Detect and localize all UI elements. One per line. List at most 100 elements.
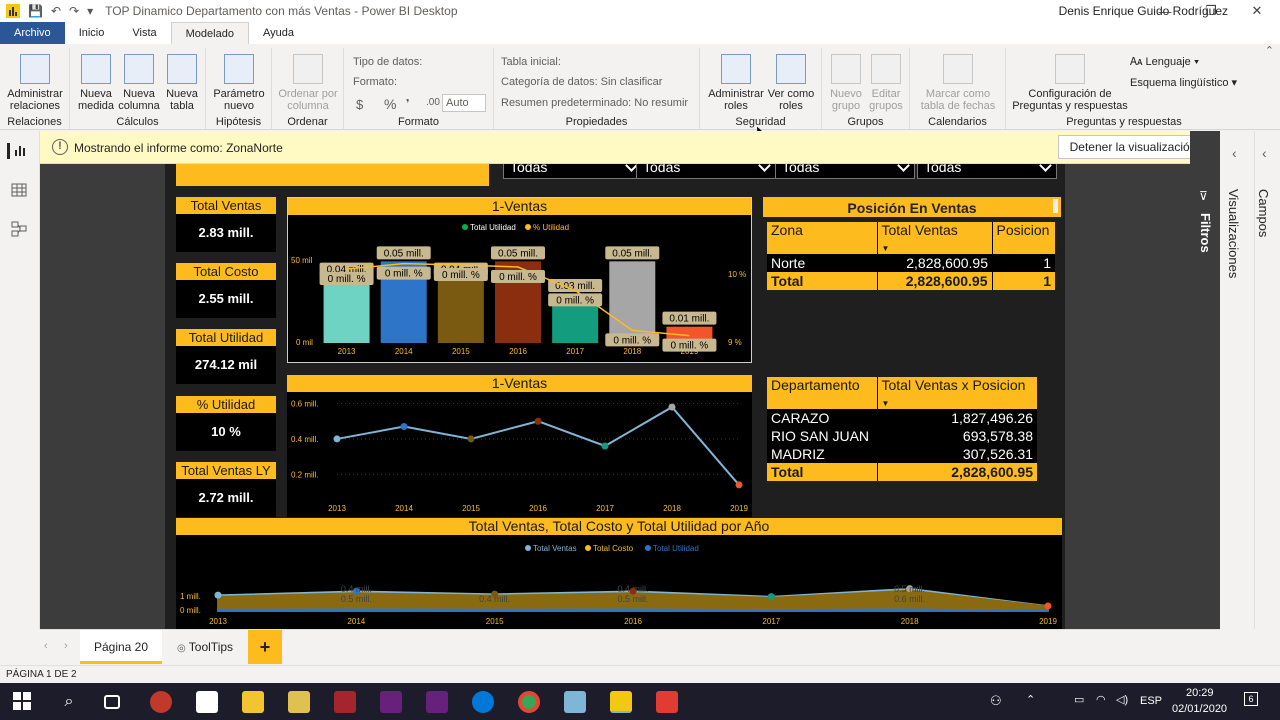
new-parameter-button[interactable]: Parámetro nuevo — [210, 54, 268, 112]
kpi-value[interactable]: 274.12 mil — [176, 346, 276, 384]
manage-relationships-button[interactable]: Administrar relaciones — [4, 54, 66, 112]
collapse-ribbon-icon[interactable]: ⌃ — [1265, 44, 1274, 57]
close-button[interactable]: ✕ — [1234, 0, 1280, 22]
area-chart-totals[interactable]: Total Ventas, Total Costo y Total Utilid… — [176, 518, 1062, 629]
tools-app-icon[interactable] — [288, 691, 310, 713]
column-header[interactable]: Total Ventas x Posicion ▼ — [876, 377, 1037, 409]
tray-overflow-icon[interactable]: ⌃ — [1026, 693, 1035, 706]
search-icon[interactable]: ⌕ — [58, 691, 80, 713]
tab-modelado[interactable]: Modelado — [170, 22, 249, 44]
collapse-visualizations-icon[interactable]: ‹ — [1232, 145, 1237, 161]
visual-studio-icon[interactable] — [380, 691, 402, 713]
data-category-label[interactable]: Categoría de datos: Sin clasificar — [501, 76, 662, 88]
notes-app-icon[interactable] — [564, 691, 586, 713]
restore-button[interactable]: ❐ — [1188, 0, 1234, 22]
access-app-icon[interactable] — [334, 691, 356, 713]
edit-groups-button[interactable]: Editar grupos — [866, 54, 906, 112]
currency-button[interactable]: $ — [356, 97, 363, 112]
status-bar: PÁGINA 1 DE 2 — [0, 665, 1280, 683]
camtasia-app-icon[interactable] — [656, 691, 678, 713]
mark-as-date-table-button[interactable]: Marcar como tabla de fechas — [914, 54, 1002, 112]
add-page-button[interactable]: + — [248, 630, 282, 664]
kpi-value[interactable]: 2.55 mill. — [176, 280, 276, 318]
kpi-value[interactable]: 2.72 mill. — [176, 479, 276, 517]
snipping-app-icon[interactable] — [150, 691, 172, 713]
column-header[interactable]: Zona — [767, 222, 877, 254]
volume-icon[interactable]: ◁) — [1116, 693, 1128, 706]
network-icon[interactable]: ▭ — [1074, 693, 1084, 706]
thousands-separator-button[interactable]: ❜ — [406, 97, 410, 110]
page-tab-tooltips[interactable]: ◎ ToolTips — [164, 630, 246, 664]
percent-button[interactable]: % — [384, 96, 396, 112]
task-view-icon[interactable] — [104, 695, 120, 709]
mail-app-icon[interactable] — [196, 691, 218, 713]
undo-icon[interactable]: ↶ — [51, 4, 61, 18]
combo-chart-ventas[interactable]: 1-Ventas Total Utilidad % Utilidad 50 mil 0… — [287, 197, 752, 363]
new-column-button[interactable]: Nueva columna — [118, 54, 160, 112]
powerbi-taskbar-icon[interactable] — [610, 691, 632, 713]
decimal-places-input[interactable]: Auto — [442, 94, 486, 112]
chrome-browser-icon[interactable] — [518, 691, 540, 713]
redo-icon[interactable]: ↷ — [69, 4, 79, 18]
linguistic-schema-dropdown[interactable]: Esquema lingüístico ▾ — [1130, 76, 1237, 89]
tab-inicio[interactable]: Inicio — [65, 22, 119, 44]
powerbi-logo-icon — [6, 4, 20, 18]
table-row[interactable]: RIO SAN JUAN 693,578.38 — [767, 427, 1037, 445]
language-indicator[interactable]: ESP — [1140, 695, 1162, 707]
notifications-icon[interactable]: 6 — [1244, 692, 1258, 706]
wifi-icon[interactable]: ◠ — [1096, 693, 1106, 706]
data-type-label[interactable]: Tipo de datos: — [353, 56, 422, 68]
table-row[interactable]: MADRIZ 307,526.31 — [767, 445, 1037, 463]
title-bar: 💾 ↶ ↷ ▾ TOP Dinamico Departamento con má… — [0, 0, 1280, 22]
manage-roles-button[interactable]: Administrar roles — [706, 54, 766, 112]
minimize-button[interactable]: — — [1142, 0, 1188, 22]
stop-viewing-button[interactable]: Detener la visualización — [1058, 135, 1208, 159]
collapse-fields-icon[interactable]: ‹ — [1262, 145, 1267, 161]
decimals-button[interactable]: .00 — [426, 97, 440, 108]
home-table-label[interactable]: Tabla inicial: — [501, 56, 561, 68]
model-view-icon[interactable] — [11, 221, 29, 237]
tab-vista[interactable]: Vista — [118, 22, 170, 44]
position-table[interactable]: Zona Total Ventas ▼ Posicion Norte 2,828,… — [767, 222, 1057, 290]
default-summarization-label[interactable]: Resumen predeterminado: No resumir — [501, 97, 688, 109]
fields-label[interactable]: Campos — [1256, 189, 1271, 237]
format-label[interactable]: Formato: — [353, 76, 397, 88]
new-measure-button[interactable]: Nueva medida — [76, 54, 116, 112]
department-table[interactable]: Departamento Total Ventas x Posicion ▼ CA… — [767, 377, 1037, 481]
new-group-button[interactable]: Nuevo grupo — [826, 54, 866, 112]
new-table-button[interactable]: Nueva tabla — [162, 54, 202, 112]
save-icon[interactable]: 💾 — [28, 4, 43, 18]
page-tab-active[interactable]: Página 20 — [80, 630, 162, 664]
view-switcher — [0, 131, 40, 629]
table-row[interactable]: CARAZO 1,827,496.26 — [767, 409, 1037, 427]
prev-page-icon[interactable]: ‹ — [44, 640, 48, 652]
customize-toolbar-icon[interactable]: ▾ — [87, 4, 93, 18]
visual-studio-2-icon[interactable] — [426, 691, 448, 713]
next-page-icon[interactable]: › — [64, 640, 68, 652]
report-view-icon[interactable] — [7, 143, 29, 159]
clock-date[interactable]: 02/01/2020 — [1172, 703, 1227, 715]
kpi-value[interactable]: 10 % — [176, 413, 276, 451]
visualizations-label[interactable]: Visualizaciones — [1226, 189, 1241, 278]
table-row[interactable]: Norte 2,828,600.95 1 — [767, 254, 1055, 272]
qna-setup-button[interactable]: Configuración de Preguntas y respuestas — [1010, 54, 1130, 112]
line-chart-ventas[interactable]: 1-Ventas 0.6 mill. 0.4 mill. 0.2 mill. 2013… — [287, 375, 752, 517]
clock-time[interactable]: 20:29 — [1186, 687, 1214, 699]
kpi-value[interactable]: 2.83 mill. — [176, 214, 276, 252]
edge-browser-icon[interactable] — [472, 691, 494, 713]
table-scrollbar[interactable] — [1053, 199, 1058, 213]
sort-by-column-button[interactable]: Ordenar por columna — [276, 54, 340, 112]
column-header[interactable]: Posicion — [991, 222, 1055, 254]
tab-ayuda[interactable]: Ayuda — [249, 22, 308, 44]
windows-start-icon[interactable] — [12, 691, 34, 713]
data-view-icon[interactable] — [11, 183, 29, 199]
column-header[interactable]: Departamento — [767, 377, 877, 409]
file-explorer-icon[interactable] — [242, 691, 264, 713]
column-header[interactable]: Total Ventas ▼ — [876, 222, 992, 254]
legend-marker — [525, 224, 531, 230]
tab-archivo[interactable]: Archivo — [0, 22, 65, 44]
people-icon[interactable]: ⚇ — [990, 693, 1002, 709]
filters-pane[interactable]: ⊽ Filtros — [1190, 131, 1220, 629]
language-dropdown[interactable]: 🗛 Lenguaje ▾ — [1130, 56, 1199, 69]
view-as-roles-button[interactable]: Ver como roles — [766, 54, 816, 112]
